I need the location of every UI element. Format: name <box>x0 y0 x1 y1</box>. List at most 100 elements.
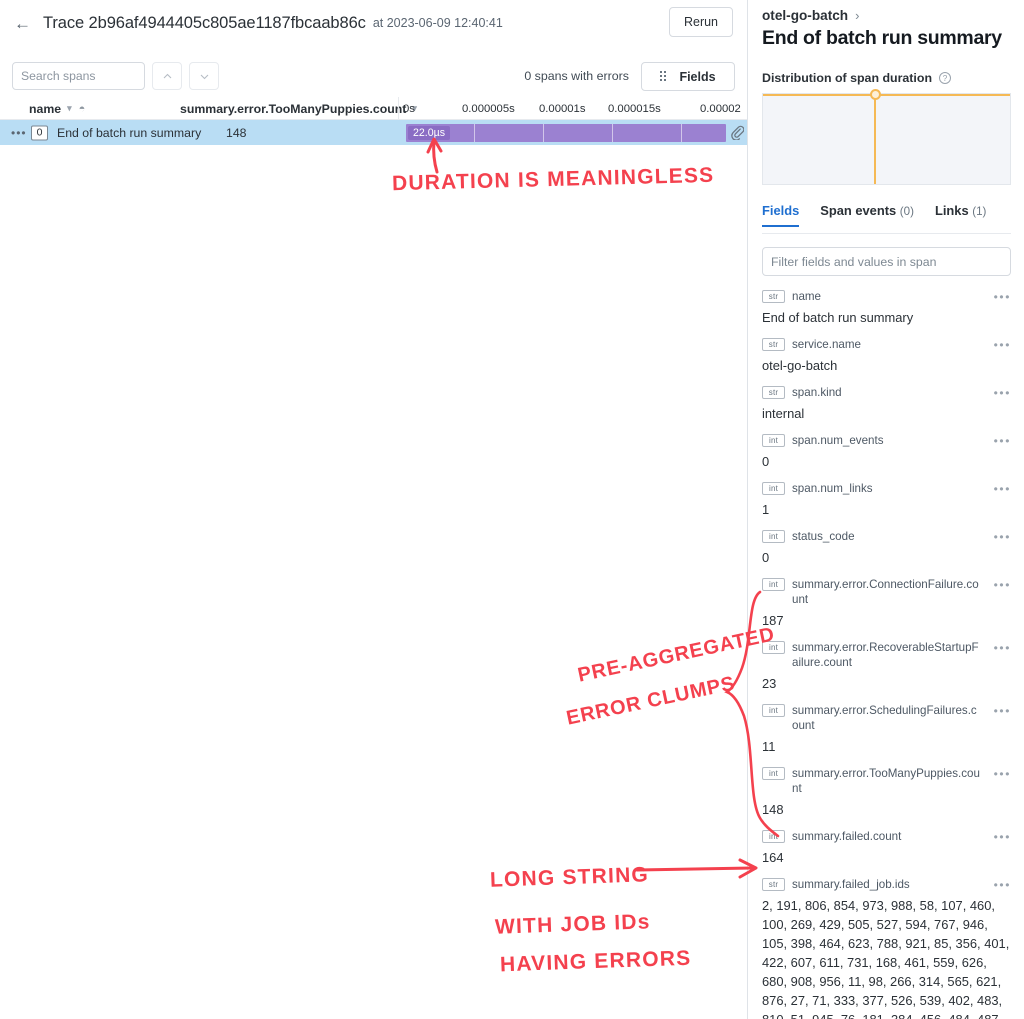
field-key-row: int status_code <box>762 529 1011 544</box>
tab-fields[interactable]: Fields <box>762 203 799 227</box>
trace-timestamp: at 2023-06-09 12:40:41 <box>372 16 503 30</box>
waterfall-gridline <box>612 124 613 142</box>
field-menu-icon[interactable]: ••• <box>994 530 1011 544</box>
field-key: status_code <box>792 530 855 543</box>
field-key: span.kind <box>792 386 842 399</box>
field-type-badge: int <box>762 578 785 591</box>
field-key: name <box>792 290 822 303</box>
grid-icon <box>660 71 667 81</box>
field-menu-icon[interactable]: ••• <box>994 641 1011 655</box>
field-value: otel-go-batch <box>762 358 838 373</box>
field-key: service.name <box>792 338 861 351</box>
field-value: 23 <box>762 676 777 691</box>
waterfall-gridline <box>681 124 682 142</box>
row-actions-icon[interactable]: ••• <box>11 126 27 140</box>
waterfall-bar-container[interactable]: 22.0µs <box>406 124 744 142</box>
field-key: summary.failed.count <box>792 830 902 843</box>
search-spans-input[interactable] <box>12 62 145 90</box>
chevron-down-icon <box>200 74 208 79</box>
field-value: 2, 191, 806, 854, 973, 988, 58, 107, 460… <box>762 898 1010 1019</box>
fields-button[interactable]: Fields <box>641 62 735 91</box>
field-key-row: str summary.failed_job.ids <box>762 877 1011 892</box>
field-type-badge: str <box>762 338 785 351</box>
help-circle-icon[interactable]: ? <box>939 72 952 84</box>
breadcrumb-service[interactable]: otel-go-batch <box>762 8 848 23</box>
field-key-row: str name <box>762 289 1011 304</box>
trace-detail-page: ← Trace 2b96af4944405c805ae1187fbcaab86c… <box>0 0 1024 1019</box>
span-detail-pane: otel-go-batch › End of batch run summary… <box>749 0 1024 1019</box>
fields-button-label: Fields <box>679 69 716 84</box>
table-row[interactable]: ••• 0 End of batch run summary 148 22.0µ… <box>0 120 747 145</box>
distribution-marker-line <box>874 94 877 184</box>
field-value: 11 <box>762 739 776 754</box>
field-row: str name ••• End of batch run summary <box>762 289 1011 327</box>
waterfall-bar[interactable] <box>406 124 726 142</box>
field-row: int summary.error.SchedulingFailures.cou… <box>762 703 1011 756</box>
field-key: span.num_events <box>792 434 884 447</box>
sort-icon[interactable]: ◓ <box>79 103 86 115</box>
timeline-tick: 0.00002 <box>700 102 741 115</box>
field-value: internal <box>762 406 805 421</box>
filter-fields-input[interactable] <box>762 247 1011 276</box>
field-type-badge: int <box>762 830 785 843</box>
field-type-badge: int <box>762 482 785 495</box>
field-menu-icon[interactable]: ••• <box>994 878 1011 892</box>
field-type-badge: str <box>762 386 785 399</box>
field-row: int summary.failed.count ••• 164 <box>762 829 1011 867</box>
field-menu-icon[interactable]: ••• <box>994 386 1011 400</box>
field-value: 0 <box>762 550 770 565</box>
field-key: summary.failed_job.ids <box>792 878 910 891</box>
field-menu-icon[interactable]: ••• <box>994 830 1011 844</box>
waterfall-gridline <box>474 124 475 142</box>
field-key-row: int span.num_events <box>762 433 1011 448</box>
field-menu-icon[interactable]: ••• <box>994 578 1011 592</box>
rerun-button[interactable]: Rerun <box>669 7 733 37</box>
fields-list: str name ••• End of batch run summary st… <box>762 289 1011 1019</box>
field-value: 0 <box>762 454 770 469</box>
prev-match-button[interactable] <box>152 62 182 90</box>
page-title: Trace 2b96af4944405c805ae1187fbcaab86c <box>43 13 366 32</box>
timeline-tick: 0s <box>403 102 415 115</box>
column-header-metric[interactable]: summary.error.TooManyPuppies.count ▾ <box>180 97 417 120</box>
timeline-tick: 0.000005s <box>462 102 515 115</box>
tab-span-events[interactable]: Span events (0) <box>820 203 914 227</box>
field-value: 164 <box>762 850 784 865</box>
field-menu-icon[interactable]: ••• <box>994 434 1011 448</box>
field-row: int summary.error.RecoverableStartupFail… <box>762 640 1011 693</box>
field-value: 148 <box>762 802 784 817</box>
field-value: 187 <box>762 613 784 628</box>
next-match-button[interactable] <box>189 62 219 90</box>
distribution-marker-dot[interactable] <box>869 89 881 100</box>
field-key-row: int summary.error.SchedulingFailures.cou… <box>762 703 1011 733</box>
field-row: int span.num_links ••• 1 <box>762 481 1011 519</box>
field-key-row: int summary.error.ConnectionFailure.coun… <box>762 577 1011 607</box>
field-menu-icon[interactable]: ••• <box>994 482 1011 496</box>
field-key-row: int span.num_links <box>762 481 1011 496</box>
field-key-row: int summary.error.RecoverableStartupFail… <box>762 640 1011 670</box>
span-depth-badge: 0 <box>31 125 48 140</box>
field-row: str summary.failed_job.ids ••• 2, 191, 8… <box>762 877 1011 1019</box>
spans-toolbar: 0 spans with errors Fields <box>0 57 747 95</box>
field-key-row: str service.name <box>762 337 1011 352</box>
paperclip-icon[interactable] <box>731 125 744 140</box>
field-type-badge: int <box>762 767 785 780</box>
breadcrumb: otel-go-batch › <box>762 8 1011 23</box>
field-menu-icon[interactable]: ••• <box>994 704 1011 718</box>
field-row: str span.kind ••• internal <box>762 385 1011 423</box>
span-duration-distribution-chart[interactable] <box>762 89 1011 185</box>
field-row: str service.name ••• otel-go-batch <box>762 337 1011 375</box>
tab-links[interactable]: Links (1) <box>935 203 986 227</box>
distribution-line <box>763 94 1010 96</box>
timeline-tick: 0.00001s <box>539 102 586 115</box>
detail-tabs: Fields Span events (0) Links (1) <box>762 203 1011 234</box>
field-menu-icon[interactable]: ••• <box>994 290 1011 304</box>
field-menu-icon[interactable]: ••• <box>994 338 1011 352</box>
field-menu-icon[interactable]: ••• <box>994 767 1011 781</box>
span-detail-title: End of batch run summary <box>762 27 1002 49</box>
timeline-tick: 0.000015s <box>608 102 661 115</box>
column-header-name[interactable]: name ▾ ◓ <box>29 97 85 120</box>
field-key-row: str span.kind <box>762 385 1011 400</box>
chevron-down-icon: ▾ <box>67 103 72 113</box>
back-arrow-icon[interactable]: ← <box>14 15 31 32</box>
span-metric-value: 148 <box>226 125 247 140</box>
